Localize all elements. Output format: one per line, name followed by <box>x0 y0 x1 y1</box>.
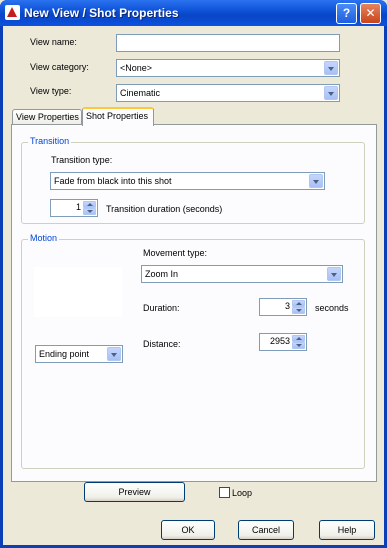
transition-duration-label: Transition duration (seconds) <box>106 204 223 214</box>
motion-group-title: Motion <box>28 233 60 243</box>
spin-up-icon[interactable] <box>292 335 305 342</box>
movement-type-select[interactable]: Zoom In <box>141 265 343 283</box>
shot-properties-panel: Transition Transition type: Fade from bl… <box>11 124 377 482</box>
transition-type-label: Transition type: <box>51 155 113 165</box>
title-close-button[interactable]: ✕ <box>360 3 381 24</box>
loop-label: Loop <box>232 488 253 498</box>
duration-label: Duration: <box>143 303 180 313</box>
window-title: New View / Shot Properties <box>24 6 179 20</box>
chevron-down-icon[interactable] <box>324 61 338 75</box>
transition-duration-value: 1 <box>75 202 81 212</box>
point-select-value: Ending point <box>39 349 90 359</box>
chevron-down-icon[interactable] <box>324 86 338 100</box>
distance-label: Distance: <box>143 339 181 349</box>
spin-down-icon[interactable] <box>83 208 96 215</box>
chevron-down-icon[interactable] <box>327 267 341 281</box>
chevron-down-icon[interactable] <box>309 174 323 188</box>
transition-duration-stepper[interactable]: 1 <box>50 199 98 217</box>
transition-type-select[interactable]: Fade from black into this shot <box>50 172 325 190</box>
movement-type-value: Zoom In <box>145 269 179 279</box>
spin-down-icon[interactable] <box>292 307 305 314</box>
dialog-window: New View / Shot Properties ? ✕ View name… <box>0 0 387 548</box>
view-category-label: View category: <box>30 62 89 72</box>
view-category-select[interactable]: <None> <box>116 59 340 77</box>
spin-down-icon[interactable] <box>292 342 305 349</box>
loop-checkbox[interactable] <box>219 487 230 498</box>
preview-button[interactable]: Preview <box>84 482 185 502</box>
duration-value: 3 <box>284 301 290 311</box>
view-type-select[interactable]: Cinematic <box>116 84 340 102</box>
title-bar: New View / Shot Properties ? ✕ <box>0 0 387 26</box>
spin-up-icon[interactable] <box>292 300 305 307</box>
shot-preview-thumbnail <box>34 267 122 317</box>
duration-unit-label: seconds <box>315 303 349 313</box>
view-name-label: View name: <box>30 37 77 47</box>
dialog-body: View name: View category: <None> View ty… <box>3 26 384 545</box>
duration-stepper[interactable]: 3 <box>259 298 307 316</box>
cancel-button[interactable]: Cancel <box>238 520 294 540</box>
distance-stepper[interactable]: 2953 <box>259 333 307 351</box>
distance-value: 2953 <box>269 336 290 346</box>
view-type-value: Cinematic <box>120 88 161 98</box>
transition-type-value: Fade from black into this shot <box>54 176 172 186</box>
app-icon <box>5 5 20 20</box>
point-select[interactable]: Ending point <box>35 345 123 363</box>
ok-button[interactable]: OK <box>161 520 215 540</box>
view-type-label: View type: <box>30 86 72 96</box>
title-help-button[interactable]: ? <box>336 3 357 24</box>
view-category-value: <None> <box>120 63 153 73</box>
chevron-down-icon[interactable] <box>107 347 121 361</box>
view-name-input[interactable] <box>116 34 340 52</box>
help-button[interactable]: Help <box>319 520 375 540</box>
movement-type-label: Movement type: <box>143 248 208 258</box>
transition-group-title: Transition <box>28 136 72 146</box>
tab-shot-properties[interactable]: Shot Properties <box>82 107 154 126</box>
spin-up-icon[interactable] <box>83 201 96 208</box>
